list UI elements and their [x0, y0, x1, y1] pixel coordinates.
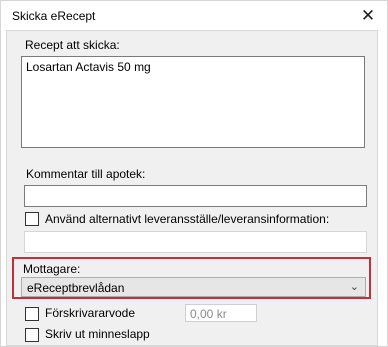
recipe-label: Recept att skicka:	[25, 38, 120, 52]
comment-input[interactable]	[24, 185, 367, 207]
print-memo-label: Skriv ut minneslapp	[45, 327, 150, 341]
recipe-textarea[interactable]: Losartan Actavis 50 mg	[21, 56, 365, 148]
prescriber-fee-amount: 0,00 kr	[190, 307, 227, 321]
close-icon[interactable]: ✕	[353, 4, 383, 28]
recipient-select[interactable]: eReceptbrevlådan ⌄	[21, 277, 366, 297]
recipient-label: Mottagare:	[23, 262, 81, 276]
dialog-title: Skicka eRecept	[12, 9, 96, 23]
recipient-selected-value: eReceptbrevlådan	[27, 281, 125, 295]
title-bar: Skicka eRecept ✕	[1, 1, 387, 31]
comment-label: Kommentar till apotek:	[26, 167, 146, 181]
print-memo-checkbox[interactable]	[25, 328, 39, 342]
alt-delivery-checkbox[interactable]	[25, 212, 39, 226]
alt-delivery-input[interactable]	[24, 231, 367, 253]
prescriber-fee-amount-input[interactable]: 0,00 kr	[185, 304, 257, 322]
prescriber-fee-checkbox[interactable]	[25, 307, 39, 321]
alt-delivery-label: Använd alternativt leveransställe/levera…	[45, 212, 330, 226]
prescriber-fee-label: Förskrivararvode	[45, 306, 136, 320]
recipe-value: Losartan Actavis 50 mg	[26, 60, 151, 74]
chevron-down-icon: ⌄	[349, 281, 359, 293]
